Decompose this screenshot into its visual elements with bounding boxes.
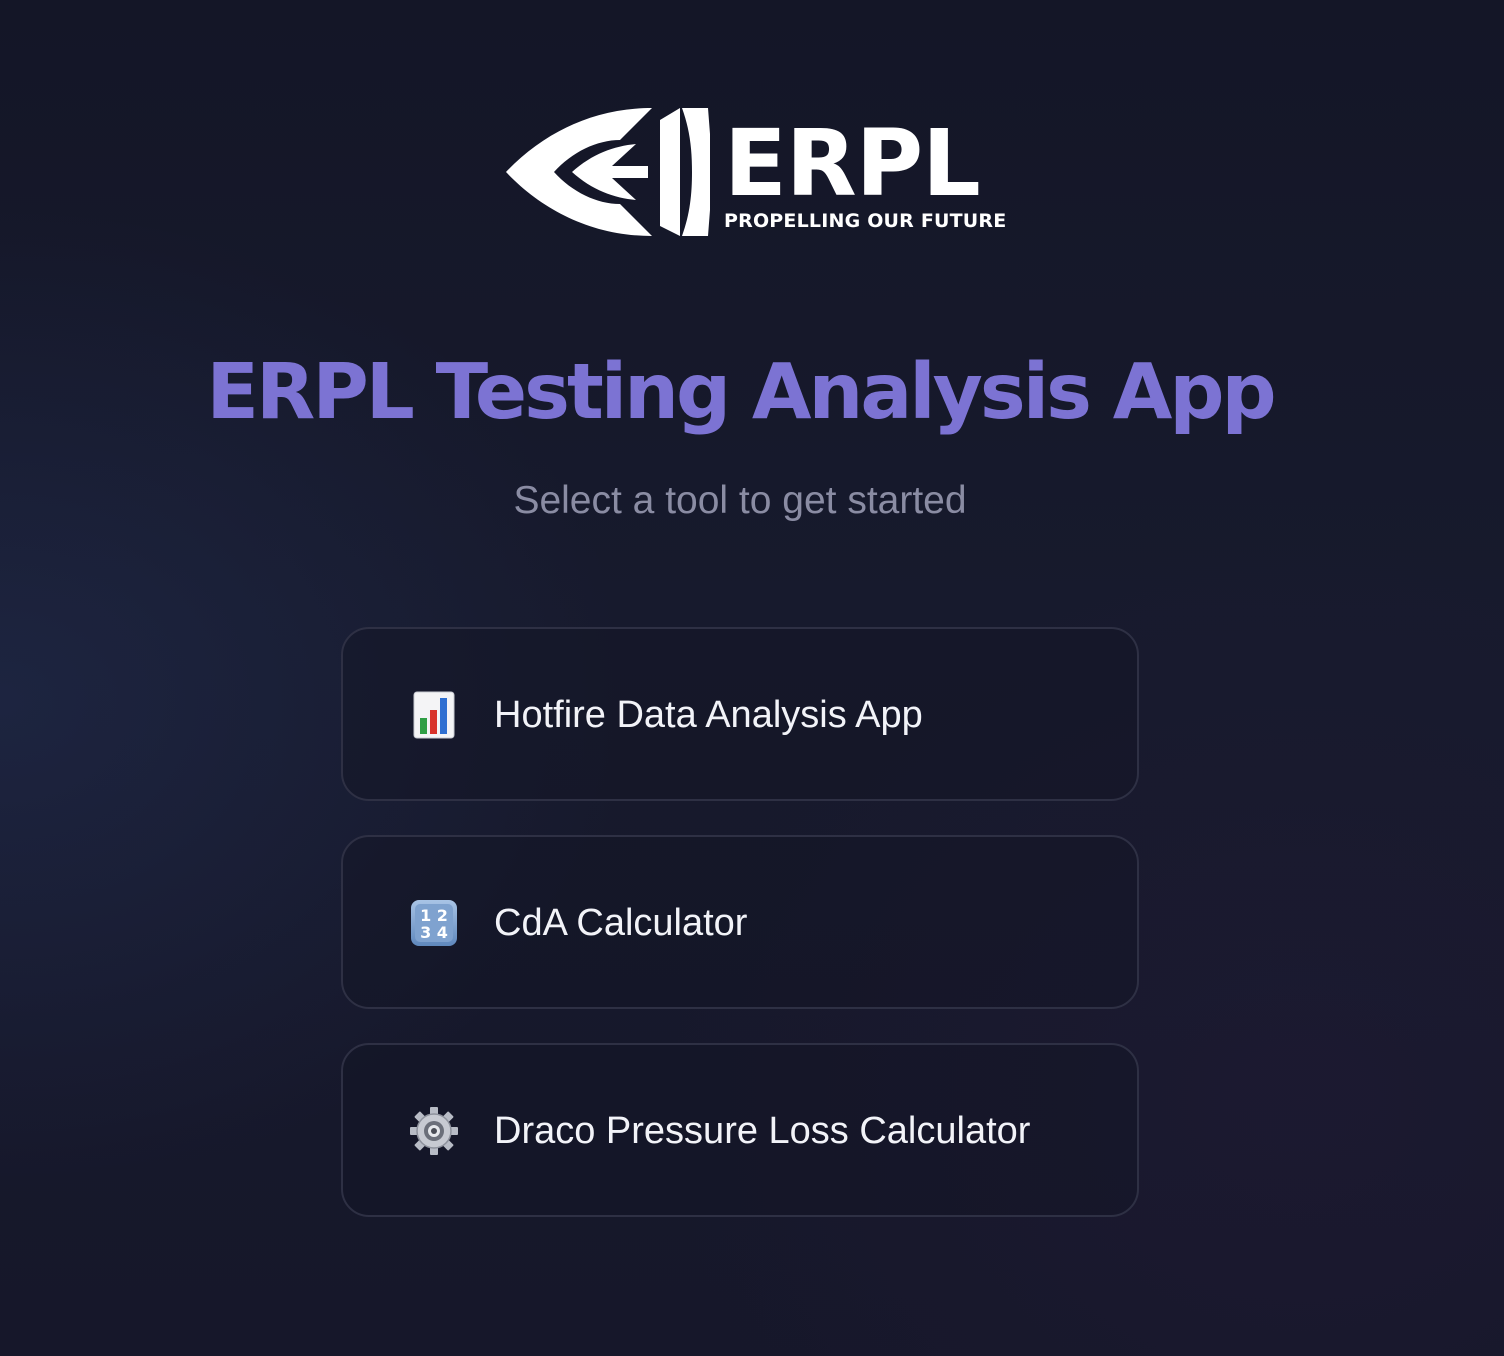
tool-label: CdA Calculator xyxy=(494,902,748,944)
svg-text:3 4: 3 4 xyxy=(420,923,448,942)
gear-icon xyxy=(409,1106,459,1156)
tool-list: Hotfire Data Analysis App 1 2 3 4 CdA Ca… xyxy=(341,627,1139,1251)
erpl-logo: ERPL PROPELLING OUR FUTURE xyxy=(502,104,1006,242)
tool-label: Hotfire Data Analysis App xyxy=(494,694,923,736)
numbers-keycap-icon: 1 2 3 4 xyxy=(409,898,459,948)
tool-card-draco-pressure-loss[interactable]: Draco Pressure Loss Calculator xyxy=(341,1043,1139,1217)
tool-card-cda-calculator[interactable]: 1 2 3 4 CdA Calculator xyxy=(341,835,1139,1009)
tool-card-hotfire-data-analysis[interactable]: Hotfire Data Analysis App xyxy=(341,627,1139,801)
bar-chart-icon xyxy=(409,690,459,740)
logo-tagline: PROPELLING OUR FUTURE xyxy=(724,210,1007,232)
tool-label: Draco Pressure Loss Calculator xyxy=(494,1110,1031,1152)
page-subtitle: Select a tool to get started xyxy=(513,479,967,522)
logo-wordmark: ERPL xyxy=(724,110,981,217)
page-title: ERPL Testing Analysis App xyxy=(206,348,1276,437)
